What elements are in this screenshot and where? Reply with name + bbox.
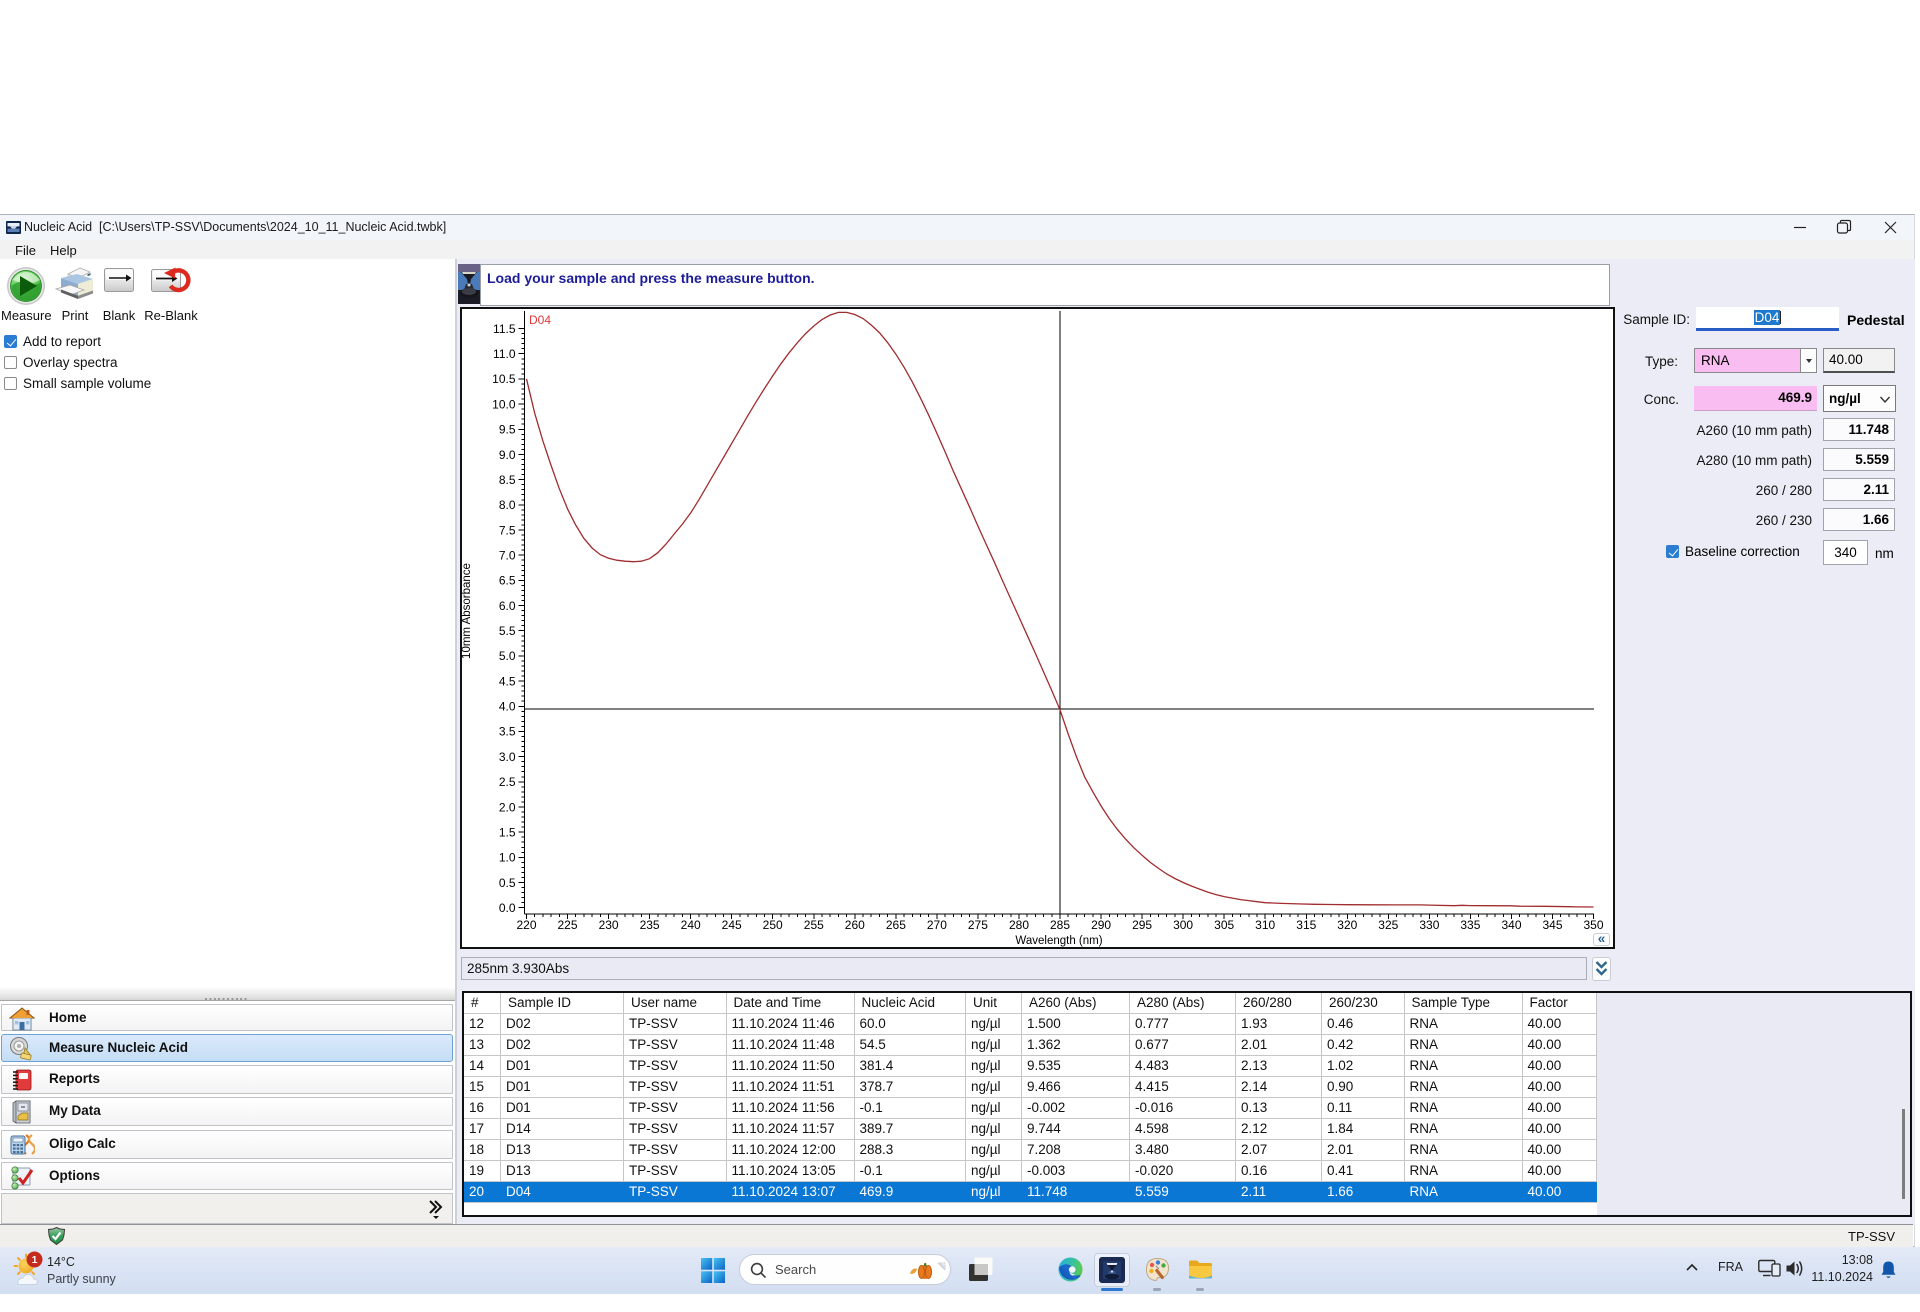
svg-text:1: 1 bbox=[32, 1254, 38, 1266]
svg-text:305: 305 bbox=[1214, 918, 1234, 932]
svg-text:7.0: 7.0 bbox=[499, 549, 516, 563]
svg-text:9.0: 9.0 bbox=[499, 448, 516, 462]
svg-text:4.0: 4.0 bbox=[499, 700, 516, 714]
svg-text:5.5: 5.5 bbox=[499, 624, 516, 638]
svg-text:5.0: 5.0 bbox=[499, 649, 516, 663]
svg-text:310: 310 bbox=[1255, 918, 1275, 932]
svg-text:245: 245 bbox=[722, 918, 742, 932]
svg-text:235: 235 bbox=[640, 918, 660, 932]
svg-text:11.5: 11.5 bbox=[493, 322, 516, 336]
svg-text:255: 255 bbox=[804, 918, 824, 932]
svg-text:315: 315 bbox=[1296, 918, 1316, 932]
svg-text:250: 250 bbox=[763, 918, 783, 932]
svg-text:11.0: 11.0 bbox=[493, 347, 516, 361]
svg-text:275: 275 bbox=[968, 918, 988, 932]
svg-text:350: 350 bbox=[1583, 918, 1603, 932]
svg-text:10.5: 10.5 bbox=[492, 372, 516, 386]
svg-text:295: 295 bbox=[1132, 918, 1152, 932]
svg-text:10mm Absorbance: 10mm Absorbance bbox=[461, 563, 473, 659]
svg-text:300: 300 bbox=[1173, 918, 1193, 932]
svg-text:320: 320 bbox=[1337, 918, 1357, 932]
svg-text:345: 345 bbox=[1542, 918, 1562, 932]
svg-text:2.5: 2.5 bbox=[499, 775, 516, 789]
svg-text:6.5: 6.5 bbox=[499, 574, 516, 588]
svg-text:290: 290 bbox=[1091, 918, 1111, 932]
svg-text:220: 220 bbox=[516, 918, 536, 932]
svg-text:4.5: 4.5 bbox=[499, 674, 516, 688]
svg-text:270: 270 bbox=[927, 918, 947, 932]
svg-text:2.0: 2.0 bbox=[499, 800, 516, 814]
svg-text:10.0: 10.0 bbox=[492, 397, 516, 411]
svg-text:340: 340 bbox=[1501, 918, 1521, 932]
svg-text:0.5: 0.5 bbox=[499, 876, 516, 890]
svg-text:D04: D04 bbox=[529, 313, 551, 327]
svg-text:0.0: 0.0 bbox=[499, 901, 516, 915]
svg-text:335: 335 bbox=[1460, 918, 1480, 932]
svg-text:260: 260 bbox=[845, 918, 865, 932]
svg-text:1.0: 1.0 bbox=[499, 851, 516, 865]
svg-text:6.0: 6.0 bbox=[499, 599, 516, 613]
svg-text:3.0: 3.0 bbox=[499, 750, 516, 764]
svg-text:7.5: 7.5 bbox=[499, 523, 516, 537]
svg-text:265: 265 bbox=[886, 918, 906, 932]
svg-text:285: 285 bbox=[1050, 918, 1070, 932]
svg-text:225: 225 bbox=[557, 918, 577, 932]
svg-text:240: 240 bbox=[681, 918, 701, 932]
svg-text:3.5: 3.5 bbox=[499, 725, 516, 739]
svg-text:Wavelength (nm): Wavelength (nm) bbox=[1015, 935, 1102, 947]
svg-text:280: 280 bbox=[1009, 918, 1029, 932]
svg-text:8.0: 8.0 bbox=[499, 498, 516, 512]
svg-text:8.5: 8.5 bbox=[499, 473, 516, 487]
svg-text:230: 230 bbox=[599, 918, 619, 932]
svg-text:1.5: 1.5 bbox=[499, 826, 516, 840]
svg-text:9.5: 9.5 bbox=[499, 423, 516, 437]
svg-text:325: 325 bbox=[1378, 918, 1398, 932]
svg-text:330: 330 bbox=[1419, 918, 1439, 932]
